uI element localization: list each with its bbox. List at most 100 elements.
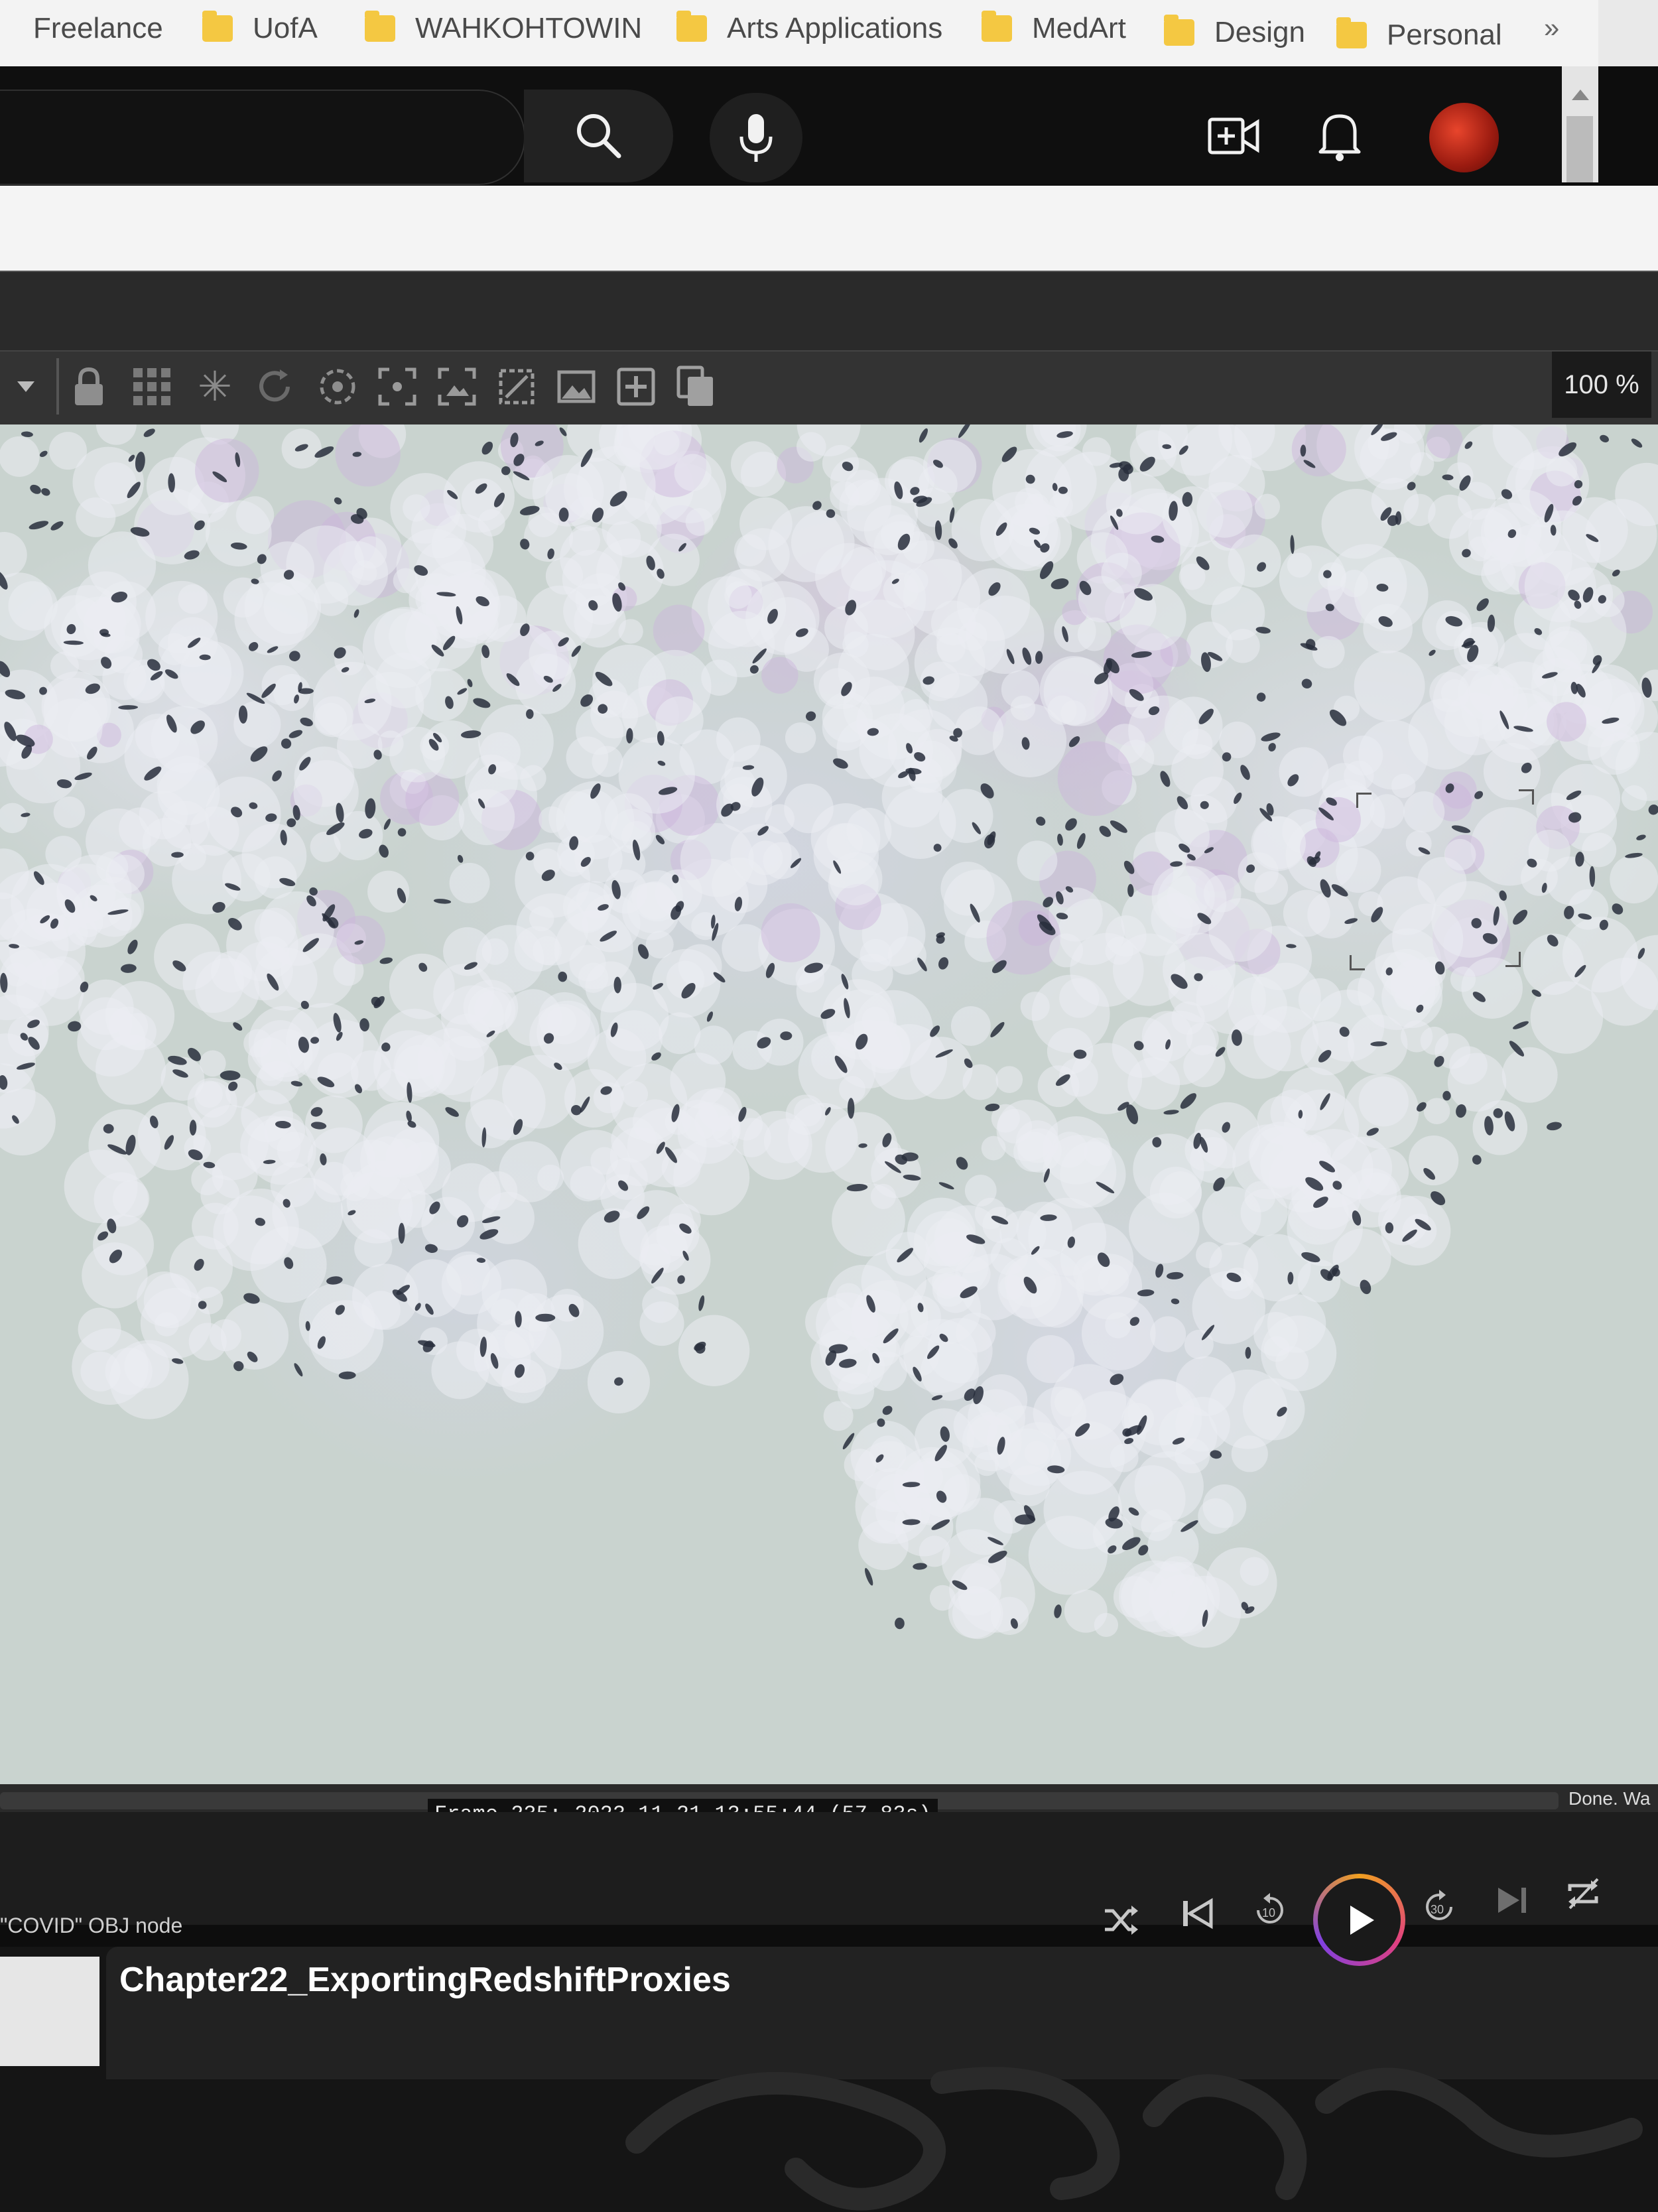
zoom-level[interactable]: 100 % [1552, 352, 1651, 418]
shuffle-button[interactable] [1098, 1897, 1144, 1943]
next-button[interactable] [1489, 1877, 1535, 1923]
copy-button[interactable] [673, 361, 718, 411]
grid-button[interactable] [129, 361, 174, 411]
cloud-blob [1194, 1102, 1261, 1169]
scrollbar-thumb[interactable] [1566, 116, 1593, 182]
render-viewport[interactable] [0, 424, 1658, 1791]
dark-spike [1171, 1298, 1180, 1305]
rewind-10-icon: 10 [1257, 1893, 1283, 1923]
scroll-up-arrow-icon[interactable] [1572, 90, 1589, 100]
bookmark-uofa[interactable]: UofA [202, 5, 318, 52]
cloud-blob [1149, 1166, 1202, 1219]
cloud-blob [884, 787, 956, 860]
dark-spike [806, 711, 816, 722]
cloud-blob [53, 796, 86, 828]
dark-spike [1547, 1122, 1562, 1131]
target-button[interactable] [315, 361, 360, 411]
dropdown-button[interactable] [3, 361, 48, 411]
cloud-blob [796, 432, 826, 462]
bookmark-wahkohtowin[interactable]: WAHKOHTOWIN [365, 5, 642, 52]
forward-30-icon: 30 [1426, 1890, 1452, 1920]
cloud-blob [592, 746, 623, 777]
dark-spike [913, 1563, 927, 1570]
copy-icon [676, 365, 713, 406]
forward-30-button[interactable]: 30 [1416, 1884, 1462, 1930]
dark-spike [919, 428, 928, 443]
cloud-blob [982, 1206, 1019, 1244]
bookmarks-overflow-button[interactable]: » [1544, 12, 1559, 44]
cloud-blob [1279, 747, 1329, 797]
dark-spike [936, 935, 945, 944]
previous-button[interactable] [1174, 1890, 1220, 1937]
dark-spike [272, 770, 282, 782]
dark-spike [41, 488, 50, 496]
cloud-blob [1017, 840, 1058, 881]
add-button[interactable] [613, 361, 659, 411]
dark-spike [882, 1405, 893, 1415]
bookmark-medart[interactable]: MedArt [982, 5, 1126, 52]
dark-spike [294, 1363, 303, 1377]
cloud-blob [950, 1006, 991, 1046]
cloud-blob [1009, 1465, 1050, 1506]
lock-button[interactable] [66, 361, 111, 411]
cloud-blob [1228, 534, 1281, 588]
cloud-blob [335, 424, 401, 487]
image-button[interactable] [554, 361, 599, 411]
cloud-blob [1450, 966, 1476, 992]
cloud-blob [1244, 1181, 1276, 1212]
freeze-button[interactable]: ✳ [192, 361, 237, 411]
region-button[interactable] [434, 361, 479, 411]
bookmark-personal[interactable]: Personal [1336, 12, 1502, 58]
cloud-blob [409, 573, 463, 627]
cloud-blob [1546, 455, 1578, 487]
dark-spike [1256, 692, 1266, 702]
search-button[interactable] [524, 90, 673, 182]
dark-spike [958, 424, 972, 438]
cloud-blob [914, 488, 954, 527]
bookmarks-bar: Freelance UofA WAHKOHTOWIN Arts Applicat… [0, 0, 1598, 68]
crop-button[interactable] [494, 361, 539, 411]
cloud-blob [698, 1087, 743, 1132]
dark-spike [1513, 909, 1528, 925]
cloud-blob [1192, 1271, 1266, 1344]
repeat-button[interactable] [1560, 1870, 1606, 1917]
cloud-blob [656, 1213, 700, 1257]
cloud-blob [1547, 702, 1586, 742]
cloud-blob [940, 862, 995, 916]
cloud-blob [539, 806, 566, 833]
rewind-10-button[interactable]: 10 [1247, 1887, 1293, 1933]
cloud-blob [293, 759, 359, 826]
cloud-blob [785, 1094, 826, 1136]
dark-spike [1476, 598, 1489, 612]
refresh-button[interactable] [252, 361, 297, 411]
bookmark-freelance[interactable]: Freelance [0, 5, 163, 52]
dark-spike [288, 651, 300, 661]
create-button[interactable] [1207, 109, 1260, 163]
avatar[interactable] [1429, 103, 1499, 172]
dark-spike [281, 738, 292, 749]
notifications-button[interactable] [1313, 106, 1366, 166]
cloud-blob [932, 1272, 967, 1307]
bookmark-arts-applications[interactable]: Arts Applications [676, 5, 942, 52]
cloud-blob [642, 1286, 679, 1323]
cloud-blob [499, 1141, 560, 1203]
dark-spike [1429, 649, 1436, 656]
play-button[interactable] [1313, 1874, 1405, 1966]
snowflake-icon: ✳ [198, 362, 232, 411]
voice-search-button[interactable] [710, 93, 802, 182]
search-input[interactable] [0, 90, 525, 185]
cloud-blob [7, 1015, 48, 1057]
dark-spike [1513, 1021, 1529, 1029]
cloud-blob [56, 854, 132, 930]
cloud-blob [1219, 721, 1256, 759]
cloud-blob [1562, 917, 1638, 993]
dark-spike [1076, 833, 1086, 849]
cloud-blob [1291, 424, 1346, 477]
render-view-toolbar [0, 350, 1658, 426]
node-status-text: "COVID" OBJ node [0, 1914, 183, 1937]
bookmark-design[interactable]: Design [1164, 9, 1305, 56]
search-icon [576, 114, 621, 159]
cloud-blob [733, 534, 767, 566]
focus-button[interactable] [375, 361, 420, 411]
cloud-blob [354, 536, 387, 569]
